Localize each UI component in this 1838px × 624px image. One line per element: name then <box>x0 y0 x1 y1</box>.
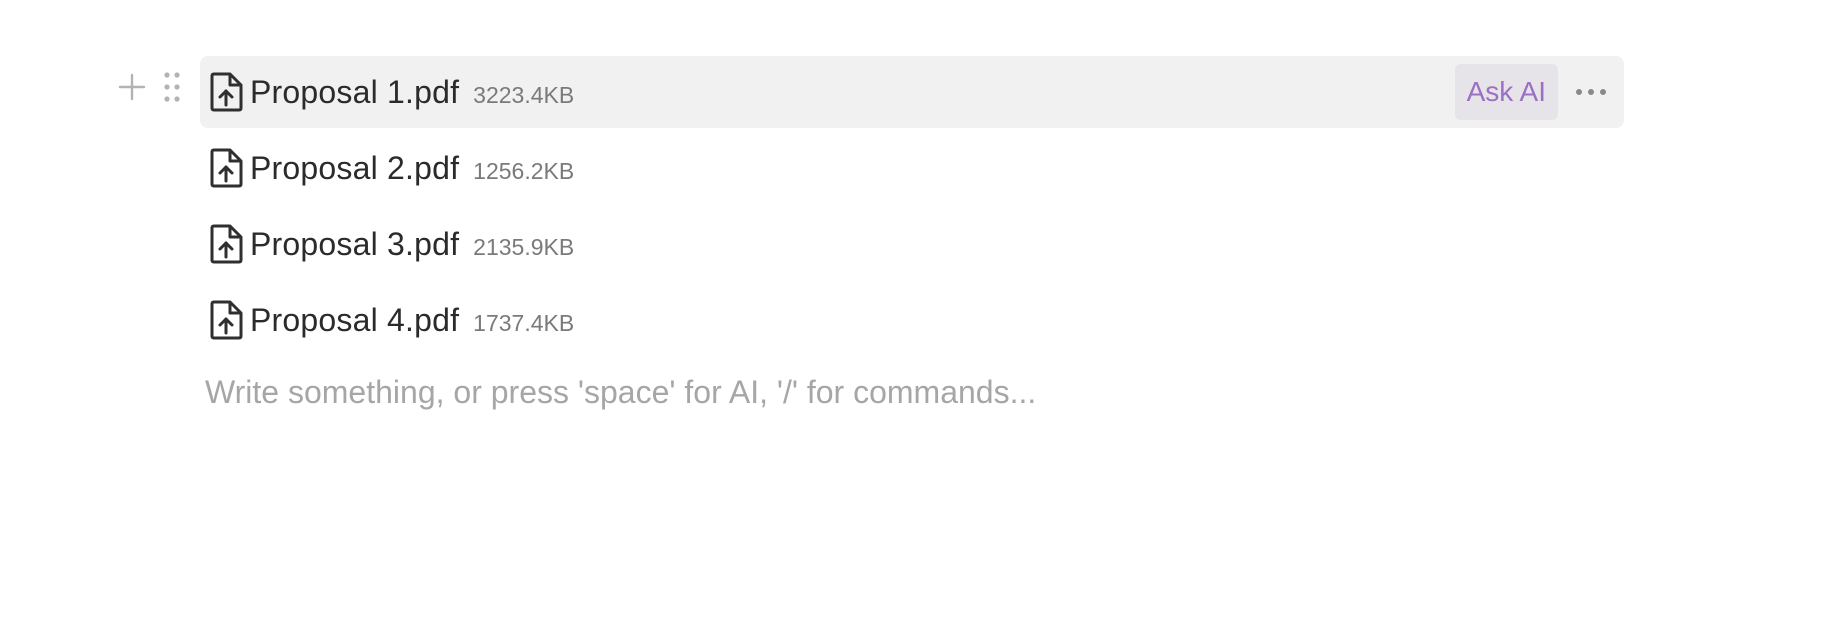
more-horizontal-icon <box>1576 89 1606 95</box>
file-size: 1256.2KB <box>473 157 575 184</box>
add-block-button[interactable] <box>118 69 146 105</box>
drag-handle-button[interactable] <box>158 69 186 105</box>
file-size: 1737.4KB <box>473 309 575 336</box>
file-row-3[interactable]: Proposal 3.pdf 2135.9KB <box>200 208 1624 280</box>
file-size: 2135.9KB <box>473 233 575 260</box>
file-upload-icon <box>206 70 246 114</box>
file-name[interactable]: Proposal 1.pdf <box>250 74 459 111</box>
file-upload-icon <box>206 222 246 266</box>
more-options-button[interactable] <box>1568 70 1614 114</box>
file-row-2[interactable]: Proposal 2.pdf 1256.2KB <box>200 132 1624 204</box>
file-name[interactable]: Proposal 3.pdf <box>250 226 459 263</box>
file-size: 3223.4KB <box>473 81 575 108</box>
ask-ai-button[interactable]: Ask AI <box>1454 64 1558 120</box>
file-upload-icon <box>206 146 246 190</box>
row-actions: Ask AI <box>1454 64 1614 120</box>
drag-handle-icon <box>164 72 180 102</box>
file-list: Proposal 1.pdf 3223.4KB Ask AI Proposal … <box>200 56 1624 360</box>
file-upload-icon <box>206 298 246 342</box>
plus-icon <box>118 73 146 101</box>
file-row-4[interactable]: Proposal 4.pdf 1737.4KB <box>200 284 1624 356</box>
file-name[interactable]: Proposal 4.pdf <box>250 302 459 339</box>
block-handles <box>118 66 186 108</box>
editor-input[interactable] <box>205 367 1605 417</box>
file-row-1[interactable]: Proposal 1.pdf 3223.4KB Ask AI <box>200 56 1624 128</box>
file-name[interactable]: Proposal 2.pdf <box>250 150 459 187</box>
